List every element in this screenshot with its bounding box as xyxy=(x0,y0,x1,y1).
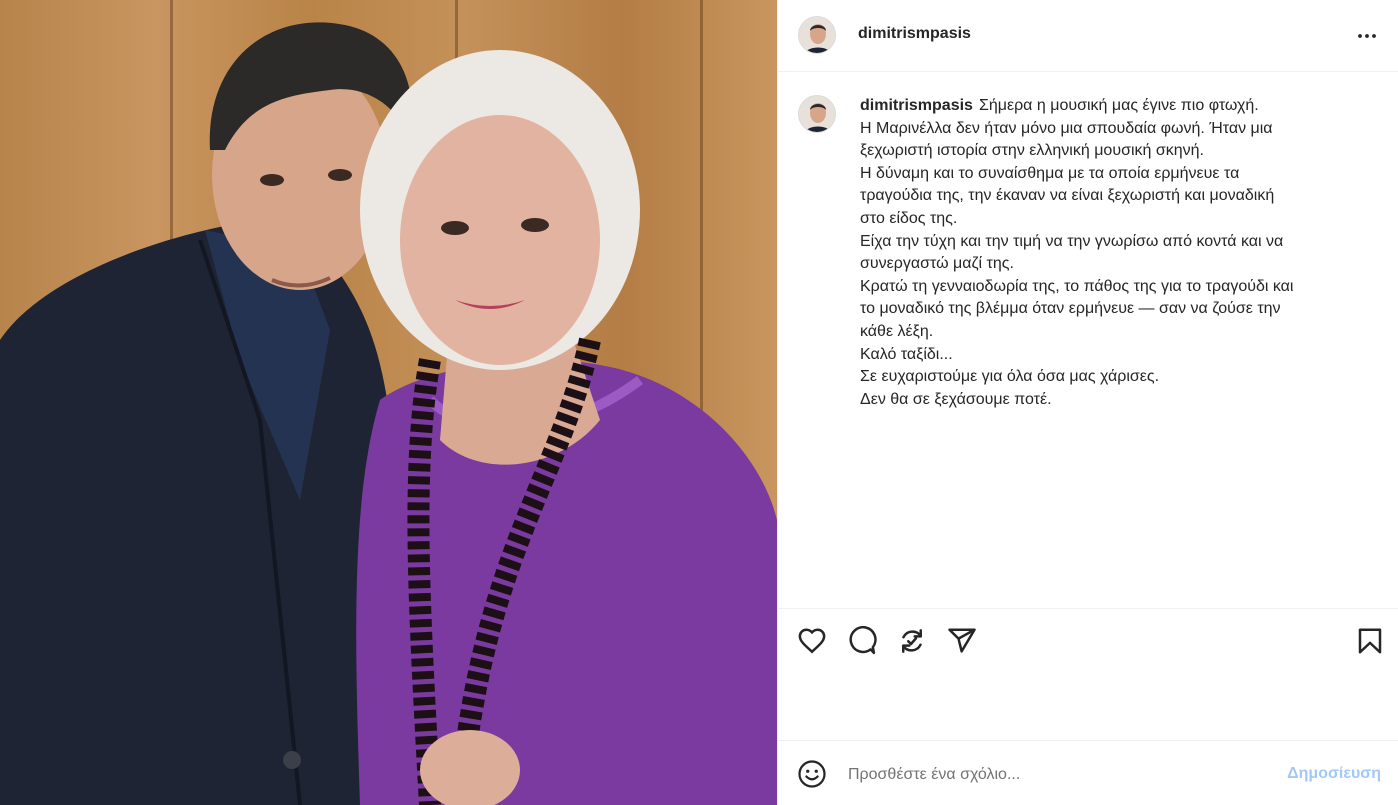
caption-line: dimitrismpasis Σήμερα η μουσική μας έγινε… xyxy=(860,95,1360,118)
comment-bar: Δημοσίευση xyxy=(778,740,1398,805)
author-username[interactable]: dimitrismpasis xyxy=(858,25,971,43)
caption-line: ξεχωριστή ιστορία στην ελληνική μουσική … xyxy=(860,142,1204,160)
heart-icon xyxy=(798,628,826,654)
emoji-button[interactable] xyxy=(797,759,827,789)
post-comment-button[interactable]: Δημοσίευση xyxy=(1287,765,1381,783)
caption-text: Σήμερα η μουσική μας έγινε πιο φτωχή. xyxy=(978,97,1259,114)
like-button[interactable] xyxy=(797,626,827,656)
caption-line: Η δύναμη και το συναίσθημα με τα οποία ε… xyxy=(860,164,1240,182)
post-photo-illustration xyxy=(0,22,777,805)
more-options-button[interactable] xyxy=(1355,24,1379,48)
repost-button[interactable] xyxy=(897,626,927,656)
post-details-pane: dimitrismpasis dimitrismpasis Σήμερα η μο… xyxy=(777,0,1398,805)
caption-username[interactable]: dimitrismpasis xyxy=(860,97,973,114)
share-icon xyxy=(948,628,976,653)
post-caption: dimitrismpasis Σήμερα η μουσική μας έγινε… xyxy=(860,95,1360,411)
comment-button[interactable] xyxy=(847,625,877,656)
emoji-icon xyxy=(798,760,826,788)
caption-line: συνεργαστώ μαζί της. xyxy=(860,255,1014,273)
avatar-image xyxy=(799,17,835,53)
post-image[interactable] xyxy=(0,0,777,805)
caption-line: κάθε λέξη. xyxy=(860,322,934,340)
caption-line: στο είδος της. xyxy=(860,209,958,227)
avatar[interactable] xyxy=(798,16,836,54)
share-button[interactable] xyxy=(947,626,977,656)
save-button[interactable] xyxy=(1355,626,1385,656)
avatar[interactable] xyxy=(798,95,836,133)
caption-line: Σε ευχαριστούμε για όλα όσα μας χάρισες. xyxy=(860,368,1160,386)
avatar-image xyxy=(799,96,835,132)
post-header: dimitrismpasis xyxy=(778,0,1398,72)
comment-icon xyxy=(849,625,877,655)
action-bar xyxy=(778,608,1398,740)
bookmark-icon xyxy=(1358,628,1382,654)
caption-line: Κρατώ τη γενναιοδωρία της, το πάθος της … xyxy=(860,277,1294,295)
repost-icon xyxy=(902,629,922,653)
caption-section: dimitrismpasis Σήμερα η μουσική μας έγινε… xyxy=(778,73,1398,608)
comment-input[interactable] xyxy=(846,757,1260,793)
caption-line: Δεν θα σε ξεχάσουμε ποτέ. xyxy=(860,390,1052,408)
more-horizontal-icon xyxy=(1358,34,1376,38)
caption-line: Είχα την τύχη και την τιμή να την γνωρίσ… xyxy=(860,232,1284,250)
caption-line: το μοναδικό της βλέμμα όταν ερμήνευε — σ… xyxy=(860,300,1281,318)
caption-line: Καλό ταξίδι... xyxy=(860,345,953,363)
caption-line: τραγούδια της, την έκαναν να είναι ξεχωρ… xyxy=(860,187,1275,205)
caption-line: Η Μαρινέλλα δεν ήταν μόνο μια σπουδαία φ… xyxy=(860,119,1273,137)
